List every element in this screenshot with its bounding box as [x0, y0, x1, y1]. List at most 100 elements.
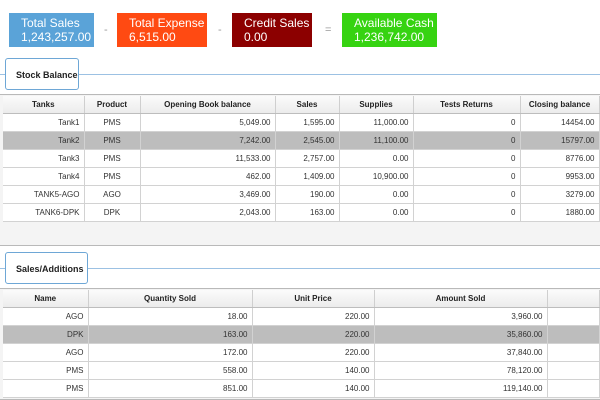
table-cell: 8776.00	[520, 149, 600, 168]
table-cell: 172.00	[88, 343, 253, 362]
table-cell: Tank1	[3, 113, 85, 132]
table-row[interactable]: DPK 163.00 220.00 35,860.00	[3, 325, 600, 344]
table-cell: 78,120.00	[374, 361, 548, 380]
table-row[interactable]: Tank1 PMS 5,049.00 1,595.00 11,000.00 0 14454.…	[3, 113, 600, 132]
column-header[interactable]: Supplies	[339, 96, 414, 114]
table-cell: 220.00	[252, 307, 375, 326]
table-row[interactable]: TANK6-DPK DPK 2,043.00 163.00 0.00 0 1880.00	[3, 203, 600, 222]
column-header[interactable]: Quantity Sold	[88, 290, 253, 308]
total-sales-tile: Total Sales 1,243,257.00	[9, 13, 94, 47]
column-header[interactable]: Closing balance	[520, 96, 600, 114]
table-cell: 0	[413, 149, 521, 168]
table-cell: PMS	[84, 131, 141, 150]
column-header[interactable]: Unit Price	[252, 290, 375, 308]
table-row[interactable]: AGO 172.00 220.00 37,840.00	[3, 343, 600, 362]
table-cell: 11,000.00	[339, 113, 414, 132]
table-cell: 0	[413, 203, 521, 222]
total-expense-label: Total Expense	[129, 16, 205, 30]
table-cell-filler	[547, 307, 600, 326]
table-cell: DPK	[84, 203, 141, 222]
table-cell: 5,049.00	[140, 113, 276, 132]
table-cell: AGO	[3, 343, 89, 362]
table-cell: TANK5-AGO	[3, 185, 85, 204]
equals-operator: =	[325, 24, 332, 36]
table-cell: 9953.00	[520, 167, 600, 186]
column-header[interactable]: Sales	[275, 96, 340, 114]
table-cell: 35,860.00	[374, 325, 548, 344]
total-sales-value: 1,243,257.00	[21, 30, 92, 44]
column-header[interactable]: Product	[84, 96, 141, 114]
table-cell: 220.00	[252, 325, 375, 344]
table-cell: DPK	[3, 325, 89, 344]
table-cell: 163.00	[88, 325, 253, 344]
column-header[interactable]: Name	[3, 290, 89, 308]
table-cell: 462.00	[140, 167, 276, 186]
table-cell: 14454.00	[520, 113, 600, 132]
table-cell-filler	[547, 325, 600, 344]
table-cell: PMS	[3, 379, 89, 398]
table-cell: PMS	[84, 149, 141, 168]
minus-operator: -	[104, 24, 108, 36]
table-row[interactable]: TANK5-AGO AGO 3,469.00 190.00 0.00 0 3279.00	[3, 185, 600, 204]
table-cell: 11,100.00	[339, 131, 414, 150]
table-row[interactable]: Tank2 PMS 7,242.00 2,545.00 11,100.00 0 15797.…	[3, 131, 600, 150]
total-sales-label: Total Sales	[21, 16, 80, 30]
table-cell: 140.00	[252, 361, 375, 380]
sales-additions-tab[interactable]: Sales/Additions	[5, 252, 88, 284]
table-cell: PMS	[84, 167, 141, 186]
table-cell: 3,469.00	[140, 185, 276, 204]
table-cell: PMS	[84, 113, 141, 132]
table-cell: 3,960.00	[374, 307, 548, 326]
column-header[interactable]: Amount Sold	[374, 290, 548, 308]
table-row[interactable]: Tank3 PMS 11,533.00 2,757.00 0.00 0 8776.00	[3, 149, 600, 168]
table-cell: 18.00	[88, 307, 253, 326]
column-header[interactable]: Tests Returns	[413, 96, 521, 114]
table-cell: 2,757.00	[275, 149, 340, 168]
table-cell: 0	[413, 167, 521, 186]
table-cell: 3279.00	[520, 185, 600, 204]
table-row[interactable]: PMS 851.00 140.00 119,140.00	[3, 379, 600, 398]
table-cell: 7,242.00	[140, 131, 276, 150]
total-expense-value: 6,515.00	[129, 30, 176, 44]
table-cell: 558.00	[88, 361, 253, 380]
table-cell: Tank2	[3, 131, 85, 150]
column-header[interactable]: Opening Book balance	[140, 96, 276, 114]
stock-balance-table: Tanks Product Opening Book balance Sales Sup…	[3, 96, 600, 222]
table-cell: Tank3	[3, 149, 85, 168]
stock-balance-title: Stock Balance	[16, 70, 78, 80]
table-cell: 37,840.00	[374, 343, 548, 362]
table-cell-filler	[547, 361, 600, 380]
table-cell: 1,409.00	[275, 167, 340, 186]
table-cell: 0	[413, 185, 521, 204]
credit-sales-label: Credit Sales	[244, 16, 310, 30]
table-row[interactable]: PMS 558.00 140.00 78,120.00	[3, 361, 600, 380]
stock-balance-divider	[0, 74, 600, 75]
table-cell: PMS	[3, 361, 89, 380]
table-cell: 15797.00	[520, 131, 600, 150]
table-cell: 0.00	[339, 203, 414, 222]
table-cell: 10,900.00	[339, 167, 414, 186]
table-cell: 1880.00	[520, 203, 600, 222]
table-cell: 140.00	[252, 379, 375, 398]
table-cell: 11,533.00	[140, 149, 276, 168]
stock-balance-tab[interactable]: Stock Balance	[5, 58, 79, 90]
sales-additions-title: Sales/Additions	[16, 264, 84, 274]
table-row[interactable]: Tank4 PMS 462.00 1,409.00 10,900.00 0 9953.00	[3, 167, 600, 186]
table-cell: 163.00	[275, 203, 340, 222]
table-cell: TANK6-DPK	[3, 203, 85, 222]
column-header[interactable]: Tanks	[3, 96, 85, 114]
table-cell: AGO	[84, 185, 141, 204]
table-cell: 2,545.00	[275, 131, 340, 150]
table-cell: 1,595.00	[275, 113, 340, 132]
table-cell: 220.00	[252, 343, 375, 362]
table-cell: 0	[413, 113, 521, 132]
table-row[interactable]: AGO 18.00 220.00 3,960.00	[3, 307, 600, 326]
available-cash-value: 1,236,742.00	[354, 30, 425, 44]
table-cell: Tank4	[3, 167, 85, 186]
table-cell-filler	[547, 343, 600, 362]
credit-sales-tile: Credit Sales 0.00	[232, 13, 312, 47]
table-cell: 0	[413, 131, 521, 150]
table-cell-filler	[547, 379, 600, 398]
available-cash-tile: Available Cash 1,236,742.00	[342, 13, 437, 47]
table-cell: 190.00	[275, 185, 340, 204]
